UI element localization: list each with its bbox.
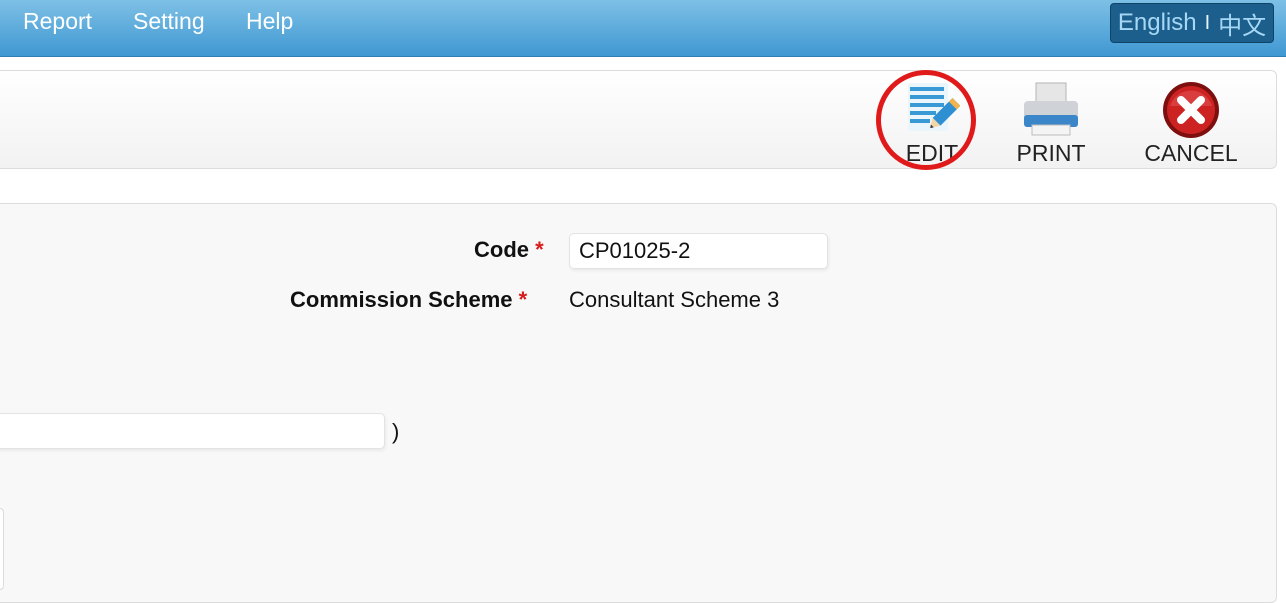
code-label-text: Code [474,237,529,262]
edit-button[interactable]: EDIT [887,71,977,170]
extra-text-input[interactable] [0,413,385,449]
required-marker: * [535,237,544,262]
language-separator: I [1204,11,1211,34]
cancel-icon [1162,81,1220,144]
code-input[interactable] [569,233,828,269]
edit-label: EDIT [905,140,959,166]
edit-icon [904,81,961,142]
language-switcher: English I 中文 [1110,3,1274,43]
code-label: Code * [474,237,544,263]
print-label: PRINT [1016,140,1086,166]
commission-scheme-label: Commission Scheme * [290,287,527,313]
commission-scheme-label-text: Commission Scheme [290,287,513,312]
action-toolbar: EDIT PRINT CANCEL [0,70,1277,169]
required-marker: * [518,287,528,312]
language-chinese[interactable]: 中文 [1218,6,1266,41]
top-navbar: Report Setting Help English I 中文 [0,0,1286,57]
commission-scheme-value: Consultant Scheme 3 [569,287,780,312]
printer-icon [1020,81,1082,142]
print-button[interactable]: PRINT [1004,71,1098,170]
cancel-label: CANCEL [1144,140,1238,166]
nav-item-report[interactable]: Report [23,8,92,35]
cancel-button[interactable]: CANCEL [1135,71,1247,170]
language-english[interactable]: English [1118,9,1197,37]
nav-item-setting[interactable]: Setting [133,8,205,35]
closing-parenthesis: ) [392,419,400,444]
nav-item-help[interactable]: Help [246,8,293,35]
partial-panel-edge [0,508,4,590]
